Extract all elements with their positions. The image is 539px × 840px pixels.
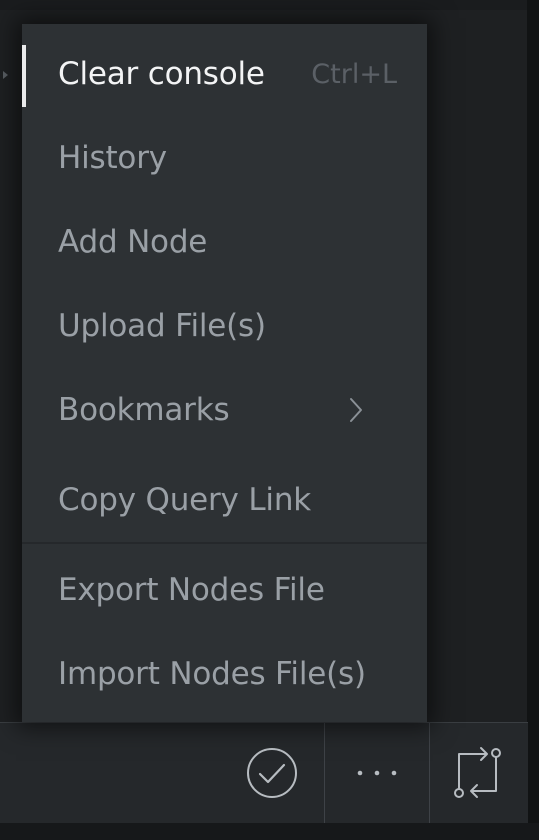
menu-divider bbox=[22, 542, 427, 544]
collapse-caret-icon[interactable] bbox=[3, 71, 8, 79]
menu-item-label: Bookmarks bbox=[58, 392, 230, 428]
chevron-right-icon bbox=[350, 398, 362, 422]
menu-item-upload-files[interactable]: Upload File(s) bbox=[22, 284, 427, 368]
console-context-menu: Clear console Ctrl+L History Add Node Up… bbox=[22, 24, 427, 722]
top-strip bbox=[0, 0, 539, 10]
active-indicator bbox=[22, 45, 26, 107]
menu-item-export-nodes-file[interactable]: Export Nodes File bbox=[22, 548, 427, 632]
menu-item-label: History bbox=[58, 140, 167, 176]
console-screen: Clear console Ctrl+L History Add Node Up… bbox=[0, 0, 539, 840]
console-toolbar bbox=[0, 722, 528, 824]
shortcut-hint: Ctrl+L bbox=[311, 58, 397, 90]
menu-item-label: Copy Query Link bbox=[58, 482, 312, 518]
menu-item-import-nodes-files[interactable]: Import Nodes File(s) bbox=[22, 632, 427, 716]
swap-arrows-icon bbox=[454, 747, 501, 798]
menu-item-label: Upload File(s) bbox=[58, 308, 266, 344]
menu-item-label: Export Nodes File bbox=[58, 572, 325, 608]
menu-item-bookmarks[interactable]: Bookmarks bbox=[22, 368, 427, 452]
menu-item-copy-query-link[interactable]: Copy Query Link bbox=[22, 458, 427, 542]
swap-direction-button[interactable] bbox=[430, 723, 528, 823]
menu-item-clear-console[interactable]: Clear console Ctrl+L bbox=[22, 32, 427, 116]
bottom-strip bbox=[0, 823, 539, 840]
check-circle-icon bbox=[247, 748, 297, 798]
more-dots-icon bbox=[357, 770, 397, 776]
menu-item-add-node[interactable]: Add Node bbox=[22, 200, 427, 284]
menu-item-label: Add Node bbox=[58, 224, 208, 260]
more-options-button[interactable] bbox=[325, 723, 429, 823]
menu-item-label: Import Nodes File(s) bbox=[58, 656, 366, 692]
right-edge bbox=[527, 0, 539, 840]
menu-item-label: Clear console bbox=[58, 56, 265, 92]
menu-item-history[interactable]: History bbox=[22, 116, 427, 200]
run-query-button[interactable] bbox=[220, 723, 324, 823]
